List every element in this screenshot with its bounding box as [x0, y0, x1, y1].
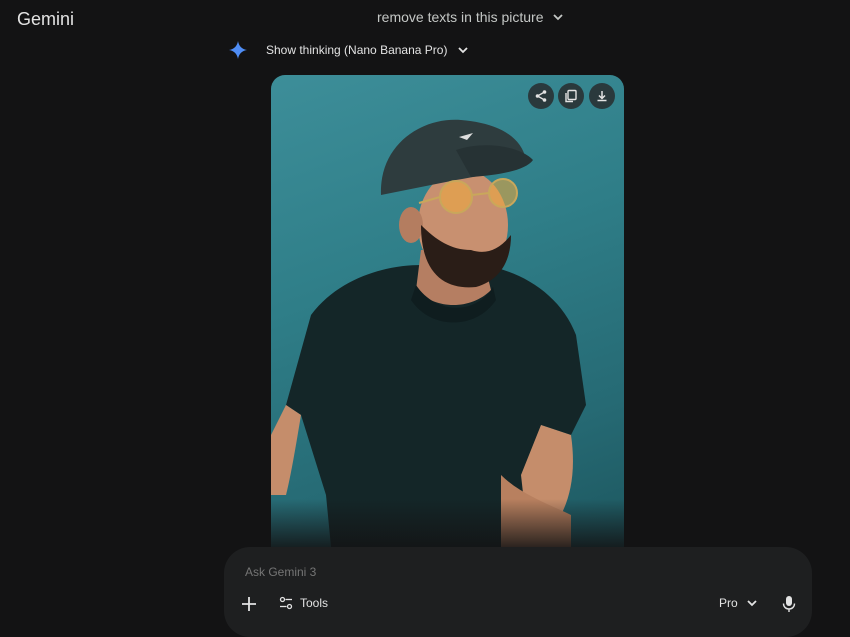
download-button[interactable] [589, 83, 615, 109]
show-thinking-toggle[interactable]: Show thinking (Nano Banana Pro) [228, 40, 469, 60]
image-bottom-fade [271, 499, 624, 547]
tools-button[interactable]: Tools [279, 596, 328, 610]
prompt-input[interactable] [243, 564, 647, 580]
tools-label: Tools [300, 596, 329, 610]
photo-portrait [271, 119, 586, 547]
app-logo[interactable]: Gemini [17, 9, 74, 30]
download-icon [597, 91, 607, 102]
show-thinking-label: Show thinking (Nano Banana Pro) [266, 43, 448, 57]
gemini-spark-icon [229, 41, 247, 59]
copy-icon [565, 89, 577, 103]
chat-title-dropdown[interactable]: remove texts in this picture [377, 9, 564, 25]
chevron-down-icon [552, 14, 563, 21]
chevron-down-icon [747, 600, 757, 607]
copy-button[interactable] [558, 83, 584, 109]
share-icon [535, 90, 547, 102]
model-selector[interactable]: Pro [719, 596, 758, 610]
add-icon[interactable] [240, 595, 258, 613]
chat-title: remove texts in this picture [377, 9, 544, 25]
tools-icon [279, 596, 293, 610]
prompt-composer: Tools Pro [224, 547, 812, 637]
microphone-icon[interactable] [781, 595, 797, 613]
model-label: Pro [719, 596, 738, 610]
chevron-down-icon [458, 47, 469, 54]
generated-image[interactable] [271, 75, 624, 547]
share-button[interactable] [528, 83, 554, 109]
